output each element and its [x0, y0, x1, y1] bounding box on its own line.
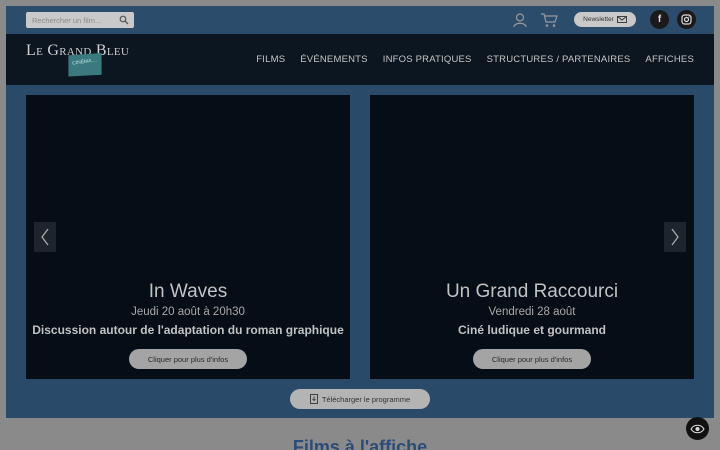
event-description: Ciné ludique et gourmand: [457, 323, 606, 337]
accessibility-eye-icon[interactable]: [686, 417, 709, 440]
logo-tag-text: CINÉMA ...: [71, 57, 98, 67]
event-date: Vendredi 28 août: [488, 306, 576, 318]
main-navbar: Le Grand Bleu CINÉMA ... FILMS ÉVÉNEMENT…: [6, 34, 714, 85]
more-info-button[interactable]: Cliquer pour plus d'infos: [129, 349, 247, 369]
page-frame: Newsletter f Le Grand Bleu CINÉMA ... FI…: [6, 6, 714, 418]
document-icon: [309, 394, 318, 404]
event-title: Un Grand Raccourci: [445, 281, 619, 302]
nav-item-evenements[interactable]: ÉVÉNEMENTS: [300, 54, 367, 65]
event-date: Jeudi 20 août à 20h30: [131, 306, 245, 318]
download-program-button[interactable]: Télécharger le programme: [290, 389, 430, 409]
search-icon[interactable]: [119, 15, 129, 25]
main-nav: FILMS ÉVÉNEMENTS INFOS PRATIQUES STRUCTU…: [256, 54, 694, 65]
user-icon[interactable]: [512, 12, 528, 28]
chevron-left-icon: [41, 228, 49, 246]
event-description: Discussion autour de l'adaptation du rom…: [32, 323, 344, 337]
cart-icon[interactable]: [540, 12, 558, 28]
search-box: [26, 12, 134, 28]
newsletter-button[interactable]: Newsletter: [574, 12, 636, 27]
mail-icon: [616, 16, 627, 23]
event-title: In Waves: [148, 281, 228, 302]
more-info-button[interactable]: Cliquer pour plus d'infos: [473, 349, 591, 369]
nav-item-affiches[interactable]: AFFICHES: [645, 54, 694, 65]
carousel-prev-button[interactable]: [34, 222, 56, 252]
top-bar: Newsletter f: [6, 6, 714, 34]
newsletter-label: Newsletter: [583, 16, 614, 23]
event-slide[interactable]: Un Grand Raccourci Vendredi 28 août Ciné…: [370, 95, 694, 379]
event-slide[interactable]: In Waves Jeudi 20 août à 20h30 Discussio…: [26, 95, 350, 379]
instagram-icon[interactable]: [677, 10, 696, 29]
search-input[interactable]: [26, 12, 116, 28]
download-program-label: Télécharger le programme: [321, 394, 411, 404]
section-heading: Films à l'affiche: [292, 437, 428, 450]
nav-item-structures-partenaires[interactable]: STRUCTURES / PARTENAIRES: [487, 54, 631, 65]
facebook-icon[interactable]: f: [650, 10, 669, 29]
chevron-right-icon: [671, 228, 679, 246]
nav-item-infos-pratiques[interactable]: INFOS PRATIQUES: [383, 54, 472, 65]
nav-item-films[interactable]: FILMS: [256, 54, 285, 65]
carousel-next-button[interactable]: [664, 222, 686, 252]
